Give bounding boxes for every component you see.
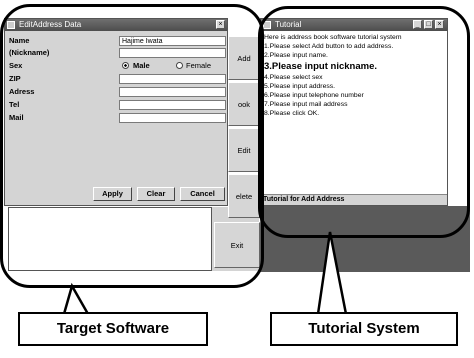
tutorial-system-callout: Tutorial System [270, 312, 458, 346]
callout-pointers [62, 231, 348, 316]
left-callout-pointer [62, 282, 91, 316]
target-software-callout: Target Software [18, 312, 208, 346]
target-software-label: Target Software [56, 320, 170, 337]
right-callout-pointer [316, 231, 348, 316]
tutorial-system-label: Tutorial System [308, 320, 420, 337]
